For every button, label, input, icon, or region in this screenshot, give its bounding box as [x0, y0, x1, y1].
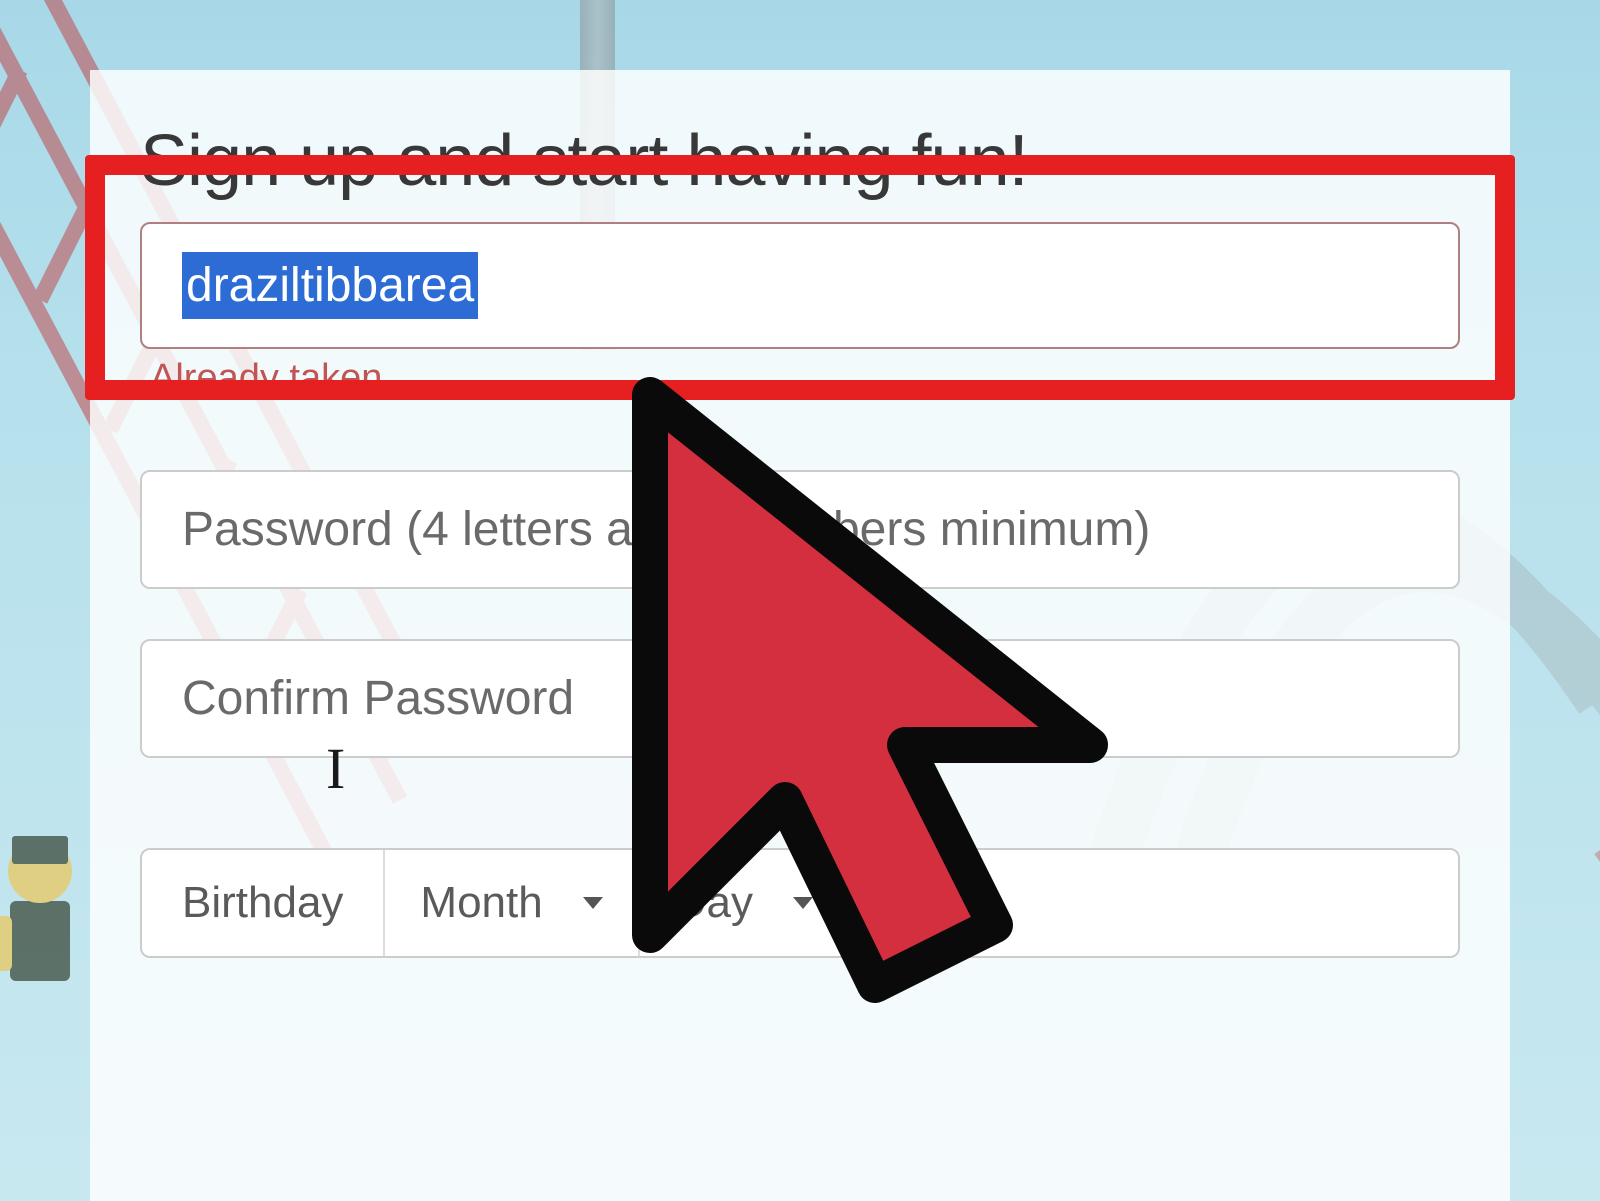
- birthday-day-select[interactable]: Day: [640, 850, 850, 956]
- chevron-down-icon: [974, 897, 994, 909]
- chevron-down-icon: [793, 897, 813, 909]
- birthday-year-label: [885, 878, 934, 928]
- signup-panel: Sign up and start having fun! draziltibb…: [90, 70, 1510, 1201]
- username-input[interactable]: draziltibbarea: [140, 222, 1460, 349]
- birthday-label: Birthday: [142, 850, 385, 956]
- birthday-row: Birthday Month Day: [140, 848, 1460, 958]
- birthday-day-label: Day: [675, 878, 753, 928]
- chevron-down-icon: [583, 897, 603, 909]
- confirm-password-input[interactable]: [140, 639, 1460, 758]
- username-validation-message: Already taken: [150, 357, 1460, 400]
- password-input[interactable]: [140, 470, 1460, 589]
- birthday-year-select[interactable]: [850, 850, 1029, 956]
- username-selected-text: draziltibbarea: [182, 252, 478, 319]
- birthday-month-label: Month: [420, 878, 542, 928]
- birthday-month-select[interactable]: Month: [385, 850, 639, 956]
- page-title: Sign up and start having fun!: [140, 120, 1460, 202]
